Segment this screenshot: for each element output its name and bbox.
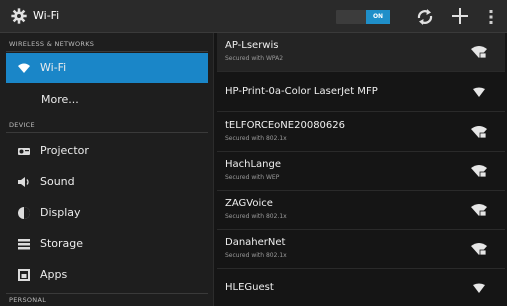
wifi-signal-locked-icon xyxy=(471,243,487,256)
page-title: Wi-Fi xyxy=(33,9,60,22)
sidebar-item-label: Projector xyxy=(40,144,89,157)
network-item-telforceone[interactable]: tELFORCEoNE20080626 Secured with 802.1x xyxy=(217,113,505,152)
network-name: HachLange xyxy=(225,159,282,170)
network-security: Secured with 802.1x xyxy=(225,213,287,220)
display-icon xyxy=(18,207,30,219)
network-security: Secured with 802.1x xyxy=(225,135,287,142)
header-device: DEVICE xyxy=(9,121,35,129)
network-item-hp-print[interactable]: HP-Print-0a-Color LaserJet MFP xyxy=(217,73,505,112)
divider xyxy=(217,111,505,112)
overflow-menu-icon[interactable] xyxy=(489,10,493,24)
header-personal: PERSONAL xyxy=(9,296,47,304)
sidebar-item-sound[interactable]: Sound xyxy=(6,167,208,197)
sidebar-item-more[interactable]: More... xyxy=(6,85,208,115)
sidebar-item-apps[interactable]: Apps xyxy=(6,260,208,290)
divider xyxy=(6,51,208,52)
network-item-zagvoice[interactable]: ZAGVoice Secured with 802.1x xyxy=(217,191,505,230)
network-item-hleguest[interactable]: HLEGuest xyxy=(217,269,505,306)
wifi-signal-locked-icon xyxy=(471,46,487,59)
wifi-signal-icon xyxy=(473,283,485,293)
network-security: Secured with WPA2 xyxy=(225,55,284,62)
sidebar-item-label: Apps xyxy=(40,268,68,281)
speaker-icon xyxy=(18,177,29,187)
settings-gear-icon[interactable] xyxy=(10,7,28,25)
network-name: DanaherNet xyxy=(225,237,286,248)
storage-icon xyxy=(18,239,30,250)
sidebar-item-label: Sound xyxy=(40,175,75,188)
sidebar-item-label: Storage xyxy=(40,237,84,250)
wifi-signal-icon xyxy=(473,87,485,97)
add-network-icon[interactable] xyxy=(451,7,469,25)
network-name: tELFORCEoNE20080626 xyxy=(225,120,345,131)
network-name: AP-Lserwis xyxy=(225,40,279,51)
projector-icon xyxy=(18,148,30,155)
sidebar-item-label: More... xyxy=(41,93,79,106)
sidebar-item-storage[interactable]: Storage xyxy=(6,229,208,259)
network-item-hachlange[interactable]: HachLange Secured with WEP xyxy=(217,152,505,191)
wifi-signal-locked-icon xyxy=(471,126,487,139)
wps-sync-icon[interactable] xyxy=(415,7,435,27)
toggle-on-label: ON xyxy=(366,10,390,24)
network-security: Secured with WEP xyxy=(225,174,280,181)
divider xyxy=(217,71,505,72)
divider xyxy=(6,293,208,294)
wifi-signal-locked-icon xyxy=(471,165,487,178)
sidebar-item-label: Wi-Fi xyxy=(40,61,67,74)
divider xyxy=(6,132,208,133)
header-wireless-networks: WIRELESS & NETWORKS xyxy=(9,40,95,48)
sidebar-item-wifi[interactable]: Wi-Fi xyxy=(6,53,208,83)
sidebar-item-projector[interactable]: Projector xyxy=(6,136,208,166)
network-name: HP-Print-0a-Color LaserJet MFP xyxy=(225,86,378,97)
wifi-icon xyxy=(18,63,30,73)
wifi-signal-locked-icon xyxy=(471,204,487,217)
network-security: Secured with 802.1x xyxy=(225,252,287,259)
wifi-toggle[interactable]: ON xyxy=(336,10,390,24)
apps-icon xyxy=(18,269,30,281)
wifi-network-list: AP-Lserwis Secured with WPA2 HP-Print-0a… xyxy=(215,33,507,306)
network-item-danahernet[interactable]: DanaherNet Secured with 802.1x xyxy=(217,230,505,269)
sidebar-item-display[interactable]: Display xyxy=(6,198,208,228)
settings-sidebar: WIRELESS & NETWORKS Wi-Fi More... DEVICE… xyxy=(0,33,214,306)
sidebar-item-label: Display xyxy=(40,206,81,219)
network-item-ap-lserwis[interactable]: AP-Lserwis Secured with WPA2 xyxy=(217,33,505,72)
action-bar: Wi-Fi ON xyxy=(0,0,507,33)
network-name: ZAGVoice xyxy=(225,198,273,209)
network-name: HLEGuest xyxy=(225,282,274,293)
